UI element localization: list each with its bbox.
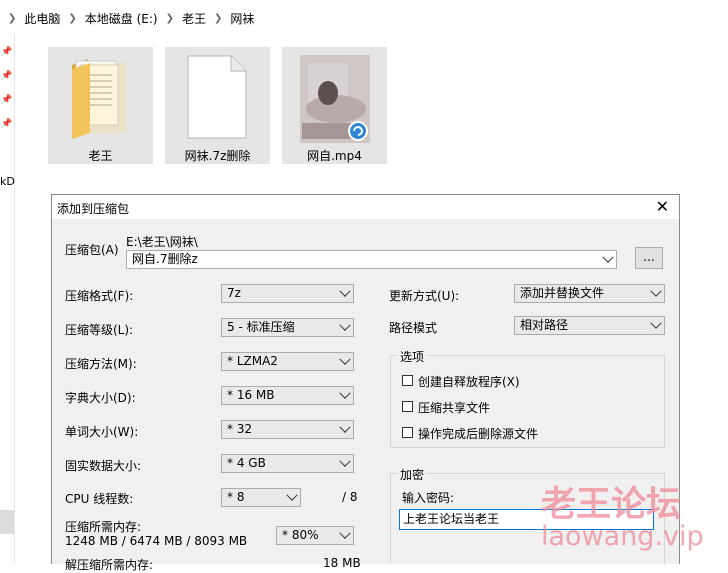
shared-files-checkbox[interactable]	[402, 401, 413, 412]
chevron-down-icon	[339, 285, 351, 297]
cpu-value: * 8	[227, 490, 245, 504]
solid-select[interactable]: * 4 GB	[221, 454, 354, 473]
nav-item-partial[interactable]: kD	[0, 175, 15, 188]
chevron-right-icon[interactable]: ❯	[166, 13, 174, 24]
level-label: 压缩等级(L):	[65, 323, 134, 337]
dict-value: * 16 MB	[227, 388, 275, 402]
watermark-title: 老王论坛	[541, 485, 682, 525]
file-item-document[interactable]: 网袜.7z删除	[165, 47, 270, 164]
update-value: 添加并替换文件	[520, 286, 605, 300]
file-name: 网自.mp4	[307, 149, 362, 163]
memory-value: 1248 MB / 6474 MB / 8093 MB	[65, 534, 248, 548]
breadcrumb-this-pc[interactable]: 此电脑	[24, 10, 60, 27]
archive-path: E:\老王\网袜\	[126, 235, 198, 249]
method-label: 压缩方法(M):	[65, 357, 137, 371]
cpu-select[interactable]: * 8	[221, 488, 301, 507]
chevron-down-icon	[339, 455, 351, 467]
archive-name-field[interactable]: 网自.7删除z	[126, 250, 617, 269]
format-label: 压缩格式(F):	[65, 289, 134, 303]
memory-label: 压缩所需内存:	[65, 520, 142, 534]
folder-icon	[72, 59, 126, 139]
browse-button[interactable]: ...	[635, 247, 663, 269]
cpu-total: / 8	[342, 490, 358, 504]
cpu-label: CPU 线程数:	[65, 492, 134, 506]
chevron-right-icon[interactable]: ❯	[214, 13, 222, 24]
chevron-down-icon	[339, 353, 351, 365]
path-mode-label: 路径模式	[389, 321, 438, 335]
archive-name-value: 网自.7删除z	[132, 252, 198, 266]
path-mode-select[interactable]: 相对路径	[514, 316, 665, 335]
word-label: 单词大小(W):	[65, 425, 139, 439]
archive-label: 压缩包(A)	[65, 243, 119, 257]
dialog-titlebar: 添加到压缩包 ✕	[52, 195, 679, 219]
chevron-down-icon	[339, 319, 351, 331]
chevron-down-icon	[650, 285, 662, 297]
options-label: 选项	[398, 348, 427, 365]
solid-label: 固实数据大小:	[65, 459, 142, 473]
chevron-down-icon	[650, 317, 662, 329]
chevron-right-icon[interactable]: ❯	[68, 13, 76, 24]
method-value: * LZMA2	[227, 354, 278, 368]
address-bar: ❯ 此电脑 ❯ 本地磁盘 (E:) ❯ 老王 ❯ 网袜	[0, 0, 728, 34]
chevron-down-icon[interactable]	[602, 251, 614, 263]
password-label: 输入密码:	[402, 491, 455, 505]
pin-icon[interactable]: 📌	[1, 47, 12, 57]
watermark-url: laowang.vip	[541, 521, 704, 552]
memory-percent-value: * 80%	[282, 528, 319, 542]
format-value: 7z	[227, 286, 241, 300]
dialog-title: 添加到压缩包	[57, 202, 130, 216]
word-value: * 32	[227, 422, 253, 436]
breadcrumb-wangwa[interactable]: 网袜	[230, 10, 254, 27]
pin-icon[interactable]: 📌	[1, 71, 12, 81]
password-value: 上老王论坛当老王	[403, 512, 500, 526]
breadcrumb-laowang[interactable]: 老王	[182, 10, 206, 27]
video-icon	[300, 55, 370, 143]
delete-after-checkbox[interactable]	[402, 427, 413, 438]
decompress-memory-value: 18 MB	[323, 556, 361, 570]
sfx-label: 创建自释放程序(X)	[418, 375, 520, 389]
chevron-down-icon	[339, 421, 351, 433]
chevron-down-icon	[339, 387, 351, 399]
navigation-pane: 📌 📌 📌 📌 kD	[0, 34, 15, 563]
file-name: 网袜.7z删除	[184, 149, 251, 163]
update-label: 更新方式(U):	[389, 289, 460, 303]
path-mode-value: 相对路径	[520, 318, 569, 332]
level-select[interactable]: 5 - 标准压缩	[221, 318, 354, 337]
memory-percent-select[interactable]: * 80%	[276, 526, 354, 545]
file-item-video[interactable]: 网自.mp4	[282, 47, 387, 164]
word-select[interactable]: * 32	[221, 420, 354, 439]
pin-icon[interactable]: 📌	[1, 119, 12, 129]
delete-after-label: 操作完成后删除源文件	[418, 427, 539, 441]
breadcrumb-drive-e[interactable]: 本地磁盘 (E:)	[85, 10, 158, 27]
chevron-right-icon[interactable]: ❯	[8, 13, 16, 24]
level-value: 5 - 标准压缩	[227, 320, 295, 334]
encryption-label: 加密	[398, 466, 427, 483]
file-icon	[187, 55, 247, 139]
dict-select[interactable]: * 16 MB	[221, 386, 354, 405]
chevron-down-icon	[339, 527, 351, 539]
solid-value: * 4 GB	[227, 456, 266, 470]
file-name: 老王	[88, 149, 113, 163]
nav-selected-item[interactable]	[0, 510, 14, 534]
decompress-memory-label: 解压缩所需内存:	[65, 558, 154, 572]
close-icon[interactable]: ✕	[656, 197, 669, 216]
method-select[interactable]: * LZMA2	[221, 352, 354, 371]
update-select[interactable]: 添加并替换文件	[514, 284, 665, 303]
shared-files-label: 压缩共享文件	[418, 401, 491, 415]
chevron-down-icon	[286, 489, 298, 501]
breadcrumb: ❯ 此电脑 ❯ 本地磁盘 (E:) ❯ 老王 ❯ 网袜	[8, 10, 254, 27]
format-select[interactable]: 7z	[221, 284, 354, 303]
dict-label: 字典大小(D):	[65, 391, 136, 405]
file-item-folder[interactable]: 老王	[48, 47, 153, 164]
sfx-checkbox[interactable]	[402, 375, 413, 386]
pin-icon[interactable]: 📌	[1, 95, 12, 105]
